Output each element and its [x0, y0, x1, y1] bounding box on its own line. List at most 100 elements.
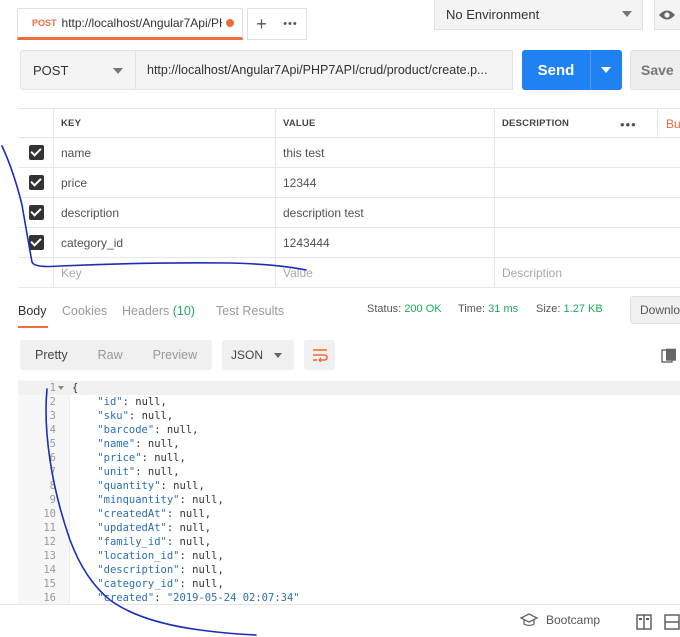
method-label: POST: [33, 62, 69, 78]
header-checkbox-cell: [18, 109, 53, 137]
new-value-input[interactable]: Value: [275, 258, 494, 287]
param-value[interactable]: this test: [275, 138, 494, 167]
send-button[interactable]: Send: [522, 50, 622, 90]
fold-toggle-icon[interactable]: [58, 386, 64, 390]
param-description[interactable]: [494, 198, 680, 227]
status-value[interactable]: 200 OK: [404, 303, 441, 315]
column-header-value: VALUE: [275, 109, 494, 137]
environment-label: No Environment: [446, 7, 540, 22]
param-row: price 12344: [18, 168, 680, 198]
new-description-input[interactable]: Description: [494, 258, 680, 287]
column-header-description: DESCRIPTION: [494, 109, 680, 137]
time-info: Time: 31 ms: [458, 303, 518, 315]
headers-count-badge: (10): [172, 304, 195, 318]
json-value: null: [147, 438, 174, 450]
param-row: category_id 1243444: [18, 228, 680, 258]
code-text: "description": null,: [97, 564, 224, 576]
code-line: 4 "barcode": null,: [18, 423, 680, 437]
new-key-input[interactable]: Key: [53, 258, 275, 287]
time-value[interactable]: 31 ms: [488, 303, 518, 315]
param-row: name this test: [18, 138, 680, 168]
line-number: 2: [49, 396, 56, 408]
send-options-chevron-icon[interactable]: [601, 67, 611, 73]
code-text: {: [72, 382, 79, 394]
param-key[interactable]: description: [53, 198, 275, 227]
param-description[interactable]: [494, 168, 680, 197]
add-tab-button[interactable]: +: [256, 14, 267, 35]
line-number: 16: [43, 592, 56, 604]
size-value[interactable]: 1.27 KB: [564, 303, 603, 315]
line-number: 11: [43, 522, 56, 534]
param-description[interactable]: [494, 228, 680, 257]
preview-button[interactable]: Preview: [138, 340, 212, 370]
json-value: null: [192, 494, 218, 506]
code-text: "id": null,: [97, 396, 167, 408]
pretty-button[interactable]: Pretty: [20, 340, 83, 370]
tab-body[interactable]: Body: [18, 304, 47, 318]
param-key[interactable]: category_id: [53, 228, 275, 257]
param-value[interactable]: description test: [275, 198, 494, 227]
code-line: 11 "updatedAt": null,: [18, 521, 680, 535]
request-tab[interactable]: POST http://localhost/Angular7Api/PH: [17, 8, 243, 40]
json-value: null: [179, 536, 205, 548]
code-line: 15 "category_id": null,: [18, 577, 680, 591]
param-checkbox[interactable]: [29, 175, 44, 190]
code-text: "updatedAt": null,: [97, 522, 212, 534]
param-checkbox[interactable]: [29, 205, 44, 220]
format-toggle-group: Pretty Raw Preview: [20, 340, 213, 370]
size-info: Size: 1.27 KB: [536, 303, 603, 315]
save-button[interactable]: Save: [630, 50, 680, 90]
tab-headers[interactable]: Headers (10): [122, 304, 195, 318]
graduation-cap-icon: [520, 613, 538, 627]
two-pane-layout-icon[interactable]: [636, 614, 652, 630]
json-value: null: [192, 564, 218, 576]
download-button[interactable]: Downlo: [630, 296, 680, 324]
environment-select[interactable]: No Environment: [434, 0, 643, 30]
wrap-lines-icon: [312, 349, 328, 362]
tab-more-button[interactable]: •••: [283, 18, 298, 30]
url-input[interactable]: http://localhost/Angular7Api/PHP7API/cru…: [136, 50, 513, 90]
param-value[interactable]: 12344: [275, 168, 494, 197]
bootcamp-button[interactable]: Bootcamp: [520, 613, 600, 627]
json-key: "createdAt": [97, 508, 167, 520]
code-line: 9 "minquantity": null,: [18, 493, 680, 507]
param-checkbox[interactable]: [29, 235, 44, 250]
method-select[interactable]: POST: [20, 50, 136, 90]
json-value: null: [154, 452, 180, 464]
tab-cookies[interactable]: Cookies: [62, 304, 107, 318]
tab-test-results[interactable]: Test Results: [216, 304, 284, 318]
raw-button[interactable]: Raw: [83, 340, 138, 370]
code-text: "price": null,: [97, 452, 186, 464]
param-key[interactable]: name: [53, 138, 275, 167]
line-number: 5: [49, 438, 56, 450]
copy-icon[interactable]: [660, 348, 680, 364]
param-key[interactable]: price: [53, 168, 275, 197]
tab-url-label: http://localhost/Angular7Api/PH: [61, 16, 222, 30]
param-checkbox[interactable]: [29, 145, 44, 160]
eye-icon: [659, 10, 675, 19]
json-key: "id": [97, 396, 123, 408]
param-value[interactable]: 1243444: [275, 228, 494, 257]
language-select[interactable]: JSON: [222, 340, 294, 370]
line-number: 8: [49, 480, 56, 492]
active-tab-indicator: [18, 326, 48, 328]
line-number: 10: [43, 508, 56, 520]
json-key: "location_id": [97, 550, 180, 562]
line-number: 9: [49, 494, 56, 506]
json-value: null: [179, 522, 205, 534]
columns-more-button[interactable]: •••: [620, 109, 637, 139]
bulk-edit-button[interactable]: Bulk: [657, 109, 680, 139]
code-text: "sku": null,: [97, 410, 174, 422]
response-body-editor[interactable]: 1{2 "id": null, 3 "sku": null, 4 "barcode"…: [18, 380, 680, 604]
json-key: "sku": [97, 410, 129, 422]
param-description[interactable]: [494, 138, 680, 167]
keyboard-shortcuts-icon[interactable]: [664, 614, 680, 630]
wrap-lines-button[interactable]: [304, 340, 335, 370]
environment-quick-look-button[interactable]: [654, 0, 680, 30]
tab-method-label: POST: [32, 18, 57, 28]
checkbox-cell: [18, 168, 53, 197]
response-tabs: Body Cookies Headers (10) Test Results S…: [18, 294, 680, 330]
chevron-down-icon: [274, 353, 282, 358]
code-line: 1{: [18, 381, 680, 395]
json-value: null: [173, 480, 199, 492]
